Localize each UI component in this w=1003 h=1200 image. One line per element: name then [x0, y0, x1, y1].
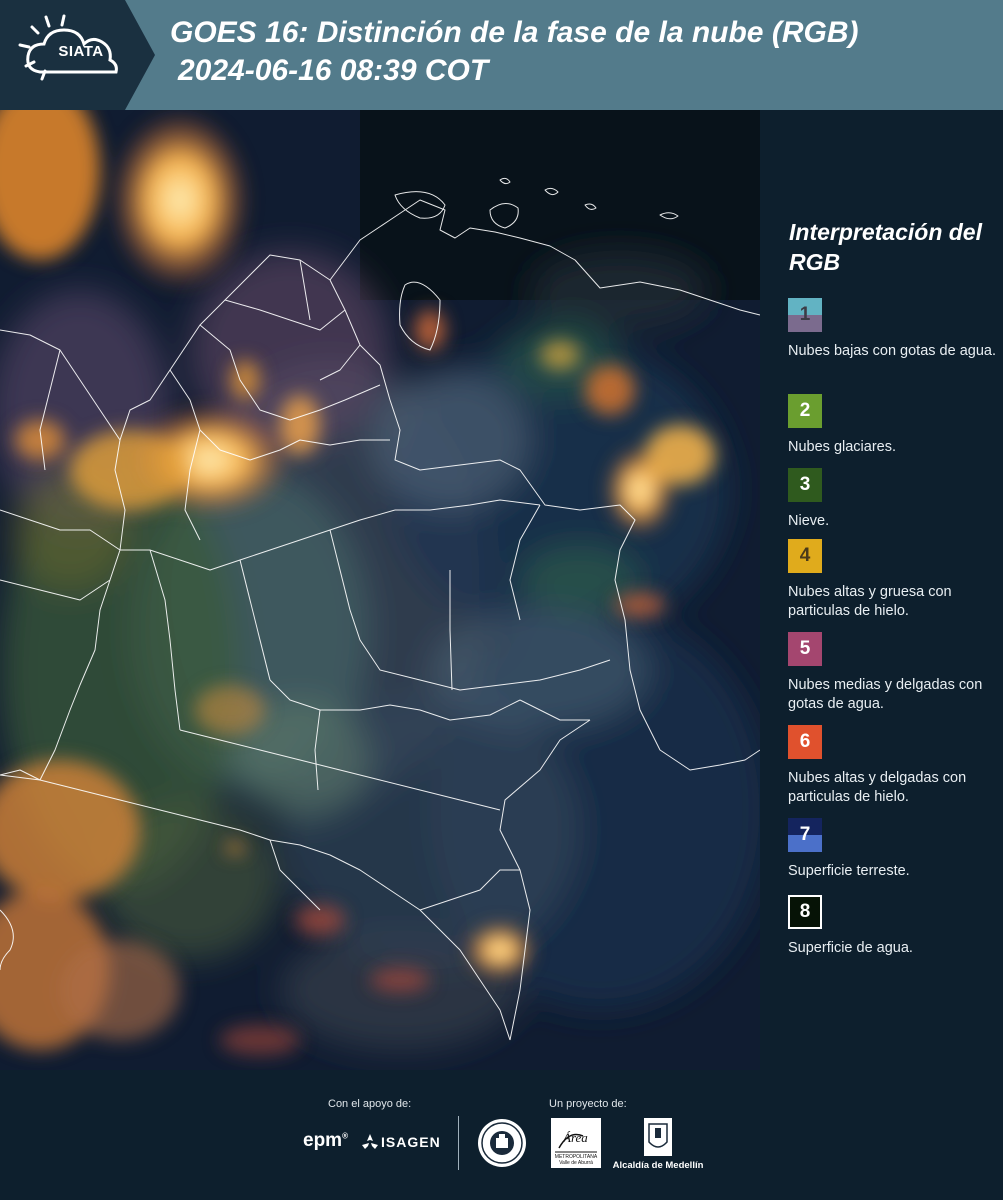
legend-label-2: Nubes glaciares. [788, 439, 896, 455]
siata-logo: SIATA [0, 0, 155, 110]
alcaldia-text: Alcaldía de Medellín [612, 1160, 704, 1171]
legend-panel: Interpretación del RGB 1 Nubes bajas con… [760, 110, 1003, 1070]
satellite-rgb-image [0, 110, 760, 1070]
footer-divider [458, 1116, 459, 1170]
alcaldia-logo [644, 1118, 672, 1156]
legend-swatch-1: 1 [788, 298, 822, 332]
legend-swatch-4: 4 [788, 539, 822, 573]
legend-swatch-6: 6 [788, 725, 822, 759]
legend-swatch-2: 2 [788, 394, 822, 428]
legend-item-4: 4 Nubes altas y gruesa con particulas de… [788, 539, 998, 621]
legend-swatch-8: 8 [788, 895, 822, 929]
legend-item-2: 2 Nubes glaciares. [788, 394, 998, 457]
legend-item-5: 5 Nubes medias y delgadas con gotas de a… [788, 632, 998, 714]
legend-swatch-3: 3 [788, 468, 822, 502]
footer: Con el apoyo de: Un proyecto de: epm® IS… [0, 1070, 1003, 1200]
legend-item-8: 8 Superficie de agua. [788, 895, 998, 958]
legend-label-4: Nubes altas y gruesa con particulas de h… [788, 584, 952, 619]
amva-subtitle-2: Valle de Aburrá [559, 1160, 593, 1166]
legend-label-1: Nubes bajas con gotas de agua. [788, 343, 996, 359]
project-label: Un proyecto de: [549, 1098, 627, 1110]
support-label: Con el apoyo de: [328, 1098, 412, 1110]
legend-label-8: Superficie de agua. [788, 940, 913, 956]
isagen-icon [362, 1134, 378, 1149]
legend-title: Interpretación del RGB [789, 219, 982, 275]
legend-item-7: 7 Superficie terreste. [788, 818, 998, 881]
page-title: GOES 16: Distinción de la fase de la nub… [170, 16, 859, 49]
legend-swatch-5: 5 [788, 632, 822, 666]
legend-item-1: 1 Nubes bajas con gotas de agua. [788, 298, 998, 361]
legend-label-7: Superficie terreste. [788, 863, 910, 879]
legend-item-3: 3 Nieve. [788, 468, 998, 531]
legend-label-5: Nubes medias y delgadas con gotas de agu… [788, 677, 983, 712]
legend-item-6: 6 Nubes altas y delgadas con particulas … [788, 725, 998, 807]
timestamp: 2024-06-16 08:39 COT [178, 54, 489, 87]
siata-logo-text: SIATA [58, 43, 104, 60]
legend-label-3: Nieve. [788, 513, 830, 529]
legend-label-6: Nubes altas y delgadas con particulas de… [788, 770, 967, 805]
amva-logo: Área METROPOLITANA Valle de Aburrá [551, 1118, 601, 1173]
header-bar: SIATA GOES 16: Distinción de la fase de … [0, 0, 1003, 110]
legend-swatch-7: 7 [788, 818, 822, 852]
isagen-logo: ISAGEN [381, 1134, 441, 1150]
amva-title: Área [563, 1130, 588, 1145]
seal-logo [478, 1119, 526, 1167]
epm-logo: epm® [303, 1130, 348, 1151]
